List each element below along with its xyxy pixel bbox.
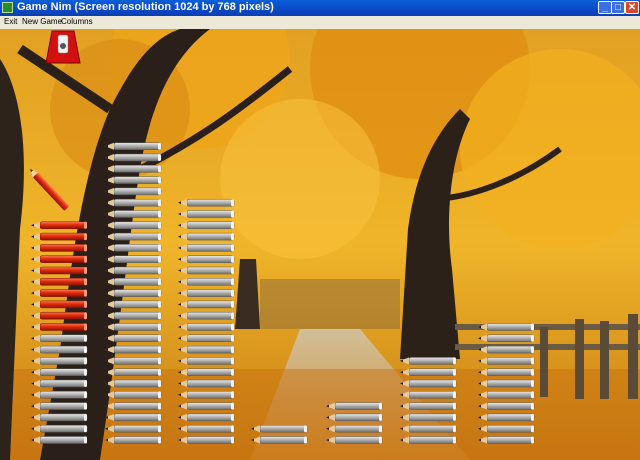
decorations (27, 30, 81, 211)
menu-columns[interactable]: Columns (61, 17, 93, 26)
menu-new-game[interactable]: New Game (22, 17, 62, 26)
app-icon (2, 2, 13, 13)
game-board (0, 29, 640, 460)
title-bar: Game Nim (Screen resolution 1024 by 768 … (0, 0, 640, 16)
menu-exit[interactable]: Exit (4, 17, 17, 26)
window-title: Game Nim (Screen resolution 1024 by 768 … (17, 1, 274, 13)
close-button[interactable]: ✕ (625, 1, 639, 14)
minimize-button[interactable]: _ (598, 1, 612, 14)
maximize-button[interactable]: □ (611, 1, 625, 14)
held-pencil[interactable] (27, 167, 69, 211)
pencil-sharpener-icon[interactable] (45, 30, 81, 64)
menu-bar: Exit New Game Columns (0, 16, 640, 29)
